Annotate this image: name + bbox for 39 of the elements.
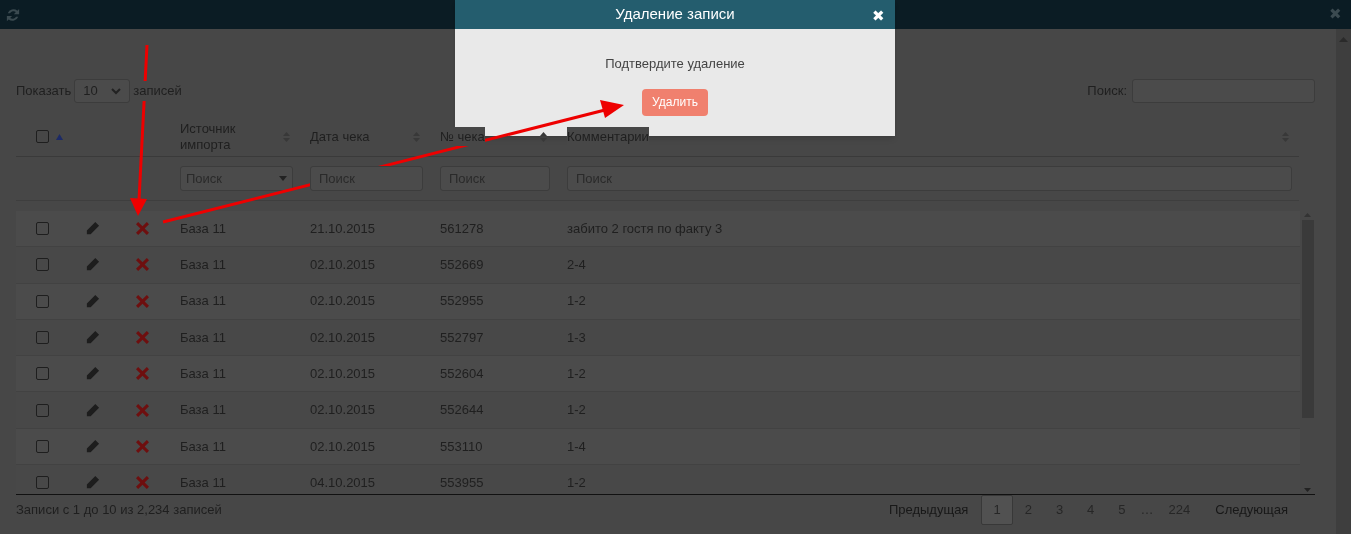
chevron-down-icon bbox=[111, 87, 122, 95]
delete-icon[interactable] bbox=[136, 331, 149, 345]
refresh-icon[interactable] bbox=[6, 7, 20, 22]
modal-title: Удаление записи bbox=[615, 4, 735, 25]
pencil-icon[interactable] bbox=[85, 293, 100, 309]
scrollbar[interactable] bbox=[1300, 211, 1315, 494]
delete-icon[interactable] bbox=[136, 258, 149, 272]
pencil-icon[interactable] bbox=[85, 438, 100, 454]
close-icon[interactable]: ✖ bbox=[872, 5, 885, 28]
pencil-icon[interactable] bbox=[85, 221, 100, 237]
delete-button[interactable]: Удалить bbox=[642, 88, 708, 116]
delete-icon[interactable] bbox=[136, 403, 149, 417]
page-scrollbar[interactable] bbox=[1336, 29, 1351, 534]
pencil-icon[interactable] bbox=[85, 366, 100, 382]
checkbox[interactable] bbox=[36, 403, 49, 417]
checkbox[interactable] bbox=[36, 331, 49, 345]
delete-icon[interactable] bbox=[136, 222, 149, 236]
checkbox[interactable] bbox=[36, 222, 49, 236]
pencil-icon[interactable] bbox=[85, 402, 100, 418]
sort-icon bbox=[540, 131, 547, 142]
checkbox[interactable] bbox=[36, 294, 49, 308]
sort-ascending-icon[interactable] bbox=[56, 133, 63, 140]
pencil-icon[interactable] bbox=[85, 257, 100, 273]
ellipsis: … bbox=[1139, 501, 1155, 520]
pencil-icon[interactable] bbox=[85, 330, 100, 346]
caret-down-icon bbox=[279, 176, 287, 181]
close-icon[interactable]: ✖ bbox=[1329, 3, 1342, 26]
pencil-icon[interactable] bbox=[85, 475, 100, 491]
checkbox[interactable] bbox=[36, 367, 49, 381]
confirm-message: Подтвердите удаление bbox=[605, 55, 745, 73]
checkbox[interactable] bbox=[36, 476, 49, 490]
delete-icon[interactable] bbox=[136, 294, 149, 308]
delete-icon[interactable] bbox=[136, 476, 149, 490]
delete-icon[interactable] bbox=[136, 367, 149, 381]
delete-icon[interactable] bbox=[136, 439, 149, 453]
checkbox[interactable] bbox=[36, 439, 49, 453]
scroll-down-icon[interactable] bbox=[1304, 488, 1311, 492]
checkbox[interactable] bbox=[36, 258, 49, 272]
checkbox[interactable] bbox=[36, 130, 49, 143]
